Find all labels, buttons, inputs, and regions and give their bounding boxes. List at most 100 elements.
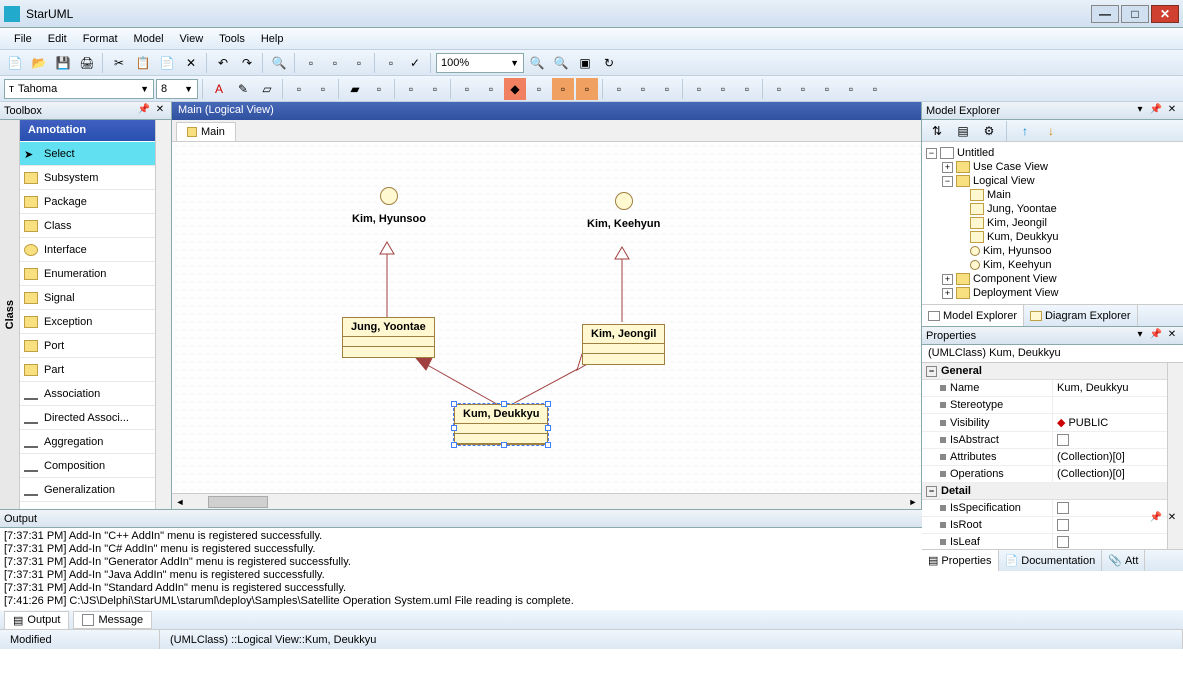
tool-class[interactable]: Class: [20, 214, 155, 238]
close-icon[interactable]: ✕: [1165, 329, 1179, 343]
scrollbar[interactable]: [155, 120, 171, 509]
resize-handle[interactable]: [545, 442, 551, 448]
align-b[interactable]: ▫: [632, 78, 654, 100]
toolbox-category-tab[interactable]: Class: [0, 120, 20, 509]
resize-handle[interactable]: [545, 425, 551, 431]
prop-row-attributes[interactable]: Attributes(Collection)[0]: [922, 449, 1167, 466]
tab-documentation[interactable]: 📄Documentation: [999, 550, 1103, 571]
horizontal-scrollbar[interactable]: ◄ ►: [172, 493, 921, 509]
tool-subsystem[interactable]: Subsystem: [20, 166, 155, 190]
zoom-in-button[interactable]: 🔍: [550, 52, 572, 74]
font-combo[interactable]: ᴛ Tahoma ▼: [4, 79, 154, 99]
menu-file[interactable]: File: [6, 30, 40, 48]
tool-directed-assoc[interactable]: Directed Associ...: [20, 406, 155, 430]
tab-attachments[interactable]: 📎Att: [1102, 550, 1145, 571]
tree-node[interactable]: Jung, Yoontae: [926, 202, 1179, 216]
undo-button[interactable]: ↶: [212, 52, 234, 74]
align-k[interactable]: ▫: [864, 78, 886, 100]
resize-handle[interactable]: [545, 401, 551, 407]
copy-button[interactable]: 📋: [132, 52, 154, 74]
align-i[interactable]: ▫: [816, 78, 838, 100]
resize-handle[interactable]: [501, 442, 507, 448]
style-d[interactable]: ▫: [400, 78, 422, 100]
canvas[interactable]: Kim, Hyunsoo Kim, Keehyun Jung, Yoontae …: [172, 142, 921, 493]
style-i[interactable]: ▫: [528, 78, 550, 100]
maximize-button[interactable]: □: [1121, 5, 1149, 23]
tool-select[interactable]: ➤Select: [20, 142, 155, 166]
style-e[interactable]: ▫: [424, 78, 446, 100]
new-button[interactable]: 📄: [4, 52, 26, 74]
uml-actor[interactable]: Kim, Hyunsoo: [352, 187, 426, 225]
tool-b[interactable]: ▫: [324, 52, 346, 74]
tree-node[interactable]: +Deployment View: [926, 286, 1179, 300]
align-a[interactable]: ▫: [608, 78, 630, 100]
prop-row-operations[interactable]: Operations(Collection)[0]: [922, 466, 1167, 483]
tab-model-explorer[interactable]: Model Explorer: [922, 305, 1024, 326]
tool-d[interactable]: ▫: [380, 52, 402, 74]
tool-package[interactable]: Package: [20, 190, 155, 214]
uml-class[interactable]: Jung, Yoontae: [342, 317, 435, 358]
zoom-fit-button[interactable]: ▣: [574, 52, 596, 74]
style-k[interactable]: ▫: [576, 78, 598, 100]
tab-diagram-explorer[interactable]: Diagram Explorer: [1024, 305, 1138, 326]
uml-actor[interactable]: Kim, Keehyun: [587, 192, 660, 230]
tool-interface[interactable]: Interface: [20, 238, 155, 262]
tab-output[interactable]: ▤Output: [4, 611, 69, 630]
tree-node[interactable]: +Use Case View: [926, 160, 1179, 174]
collapse-icon[interactable]: −: [926, 486, 937, 497]
prop-row-isabstract[interactable]: IsAbstract: [922, 432, 1167, 449]
sort-button[interactable]: ⇅: [926, 120, 948, 142]
expand-icon[interactable]: +: [942, 274, 953, 285]
prop-row-visibility[interactable]: Visibility◆PUBLIC: [922, 414, 1167, 432]
settings-button[interactable]: ⚙: [978, 120, 1000, 142]
style-j[interactable]: ▫: [552, 78, 574, 100]
save-button[interactable]: 💾: [52, 52, 74, 74]
tool-exception[interactable]: Exception: [20, 310, 155, 334]
close-icon[interactable]: ✕: [1165, 512, 1179, 526]
pin-icon[interactable]: 📌: [137, 104, 151, 118]
resize-handle[interactable]: [451, 425, 457, 431]
style-h[interactable]: ◆: [504, 78, 526, 100]
canvas-tab-main[interactable]: Main: [176, 122, 236, 141]
fill-button[interactable]: ▱: [256, 78, 278, 100]
down-button[interactable]: ↓: [1040, 120, 1062, 142]
checkbox[interactable]: [1057, 536, 1069, 548]
tree-node[interactable]: Main: [926, 188, 1179, 202]
tool-signal[interactable]: Signal: [20, 286, 155, 310]
up-button[interactable]: ↑: [1014, 120, 1036, 142]
menu-edit[interactable]: Edit: [40, 30, 75, 48]
align-h[interactable]: ▫: [792, 78, 814, 100]
expand-icon[interactable]: +: [942, 288, 953, 299]
font-size-combo[interactable]: 8 ▼: [156, 79, 198, 99]
scroll-right-icon[interactable]: ►: [905, 497, 921, 507]
dropdown-icon[interactable]: ▾: [1133, 104, 1147, 118]
redo-button[interactable]: ↷: [236, 52, 258, 74]
align-d[interactable]: ▫: [688, 78, 710, 100]
print-button[interactable]: 🖨: [76, 52, 98, 74]
tool-e[interactable]: ✓: [404, 52, 426, 74]
tab-properties[interactable]: ▤Properties: [922, 550, 999, 571]
tree-node-root[interactable]: −Untitled: [926, 146, 1179, 160]
align-f[interactable]: ▫: [736, 78, 758, 100]
tool-aggregation[interactable]: Aggregation: [20, 430, 155, 454]
resize-handle[interactable]: [451, 401, 457, 407]
menu-help[interactable]: Help: [253, 30, 292, 48]
filter-button[interactable]: ▤: [952, 120, 974, 142]
refresh-button[interactable]: ↻: [598, 52, 620, 74]
style-g[interactable]: ▫: [480, 78, 502, 100]
align-e[interactable]: ▫: [712, 78, 734, 100]
tool-generalization[interactable]: Generalization: [20, 478, 155, 502]
tool-part[interactable]: Part: [20, 358, 155, 382]
paste-button[interactable]: 📄: [156, 52, 178, 74]
highlight-button[interactable]: ✎: [232, 78, 254, 100]
scroll-left-icon[interactable]: ◄: [172, 497, 188, 507]
style-a[interactable]: ▫: [288, 78, 310, 100]
cut-button[interactable]: ✂: [108, 52, 130, 74]
collapse-icon[interactable]: −: [942, 176, 953, 187]
tool-composition[interactable]: Composition: [20, 454, 155, 478]
tool-port[interactable]: Port: [20, 334, 155, 358]
pin-icon[interactable]: 📌: [1149, 104, 1163, 118]
checkbox[interactable]: [1057, 434, 1069, 446]
pin-icon[interactable]: 📌: [1149, 512, 1163, 526]
close-button[interactable]: ✕: [1151, 5, 1179, 23]
